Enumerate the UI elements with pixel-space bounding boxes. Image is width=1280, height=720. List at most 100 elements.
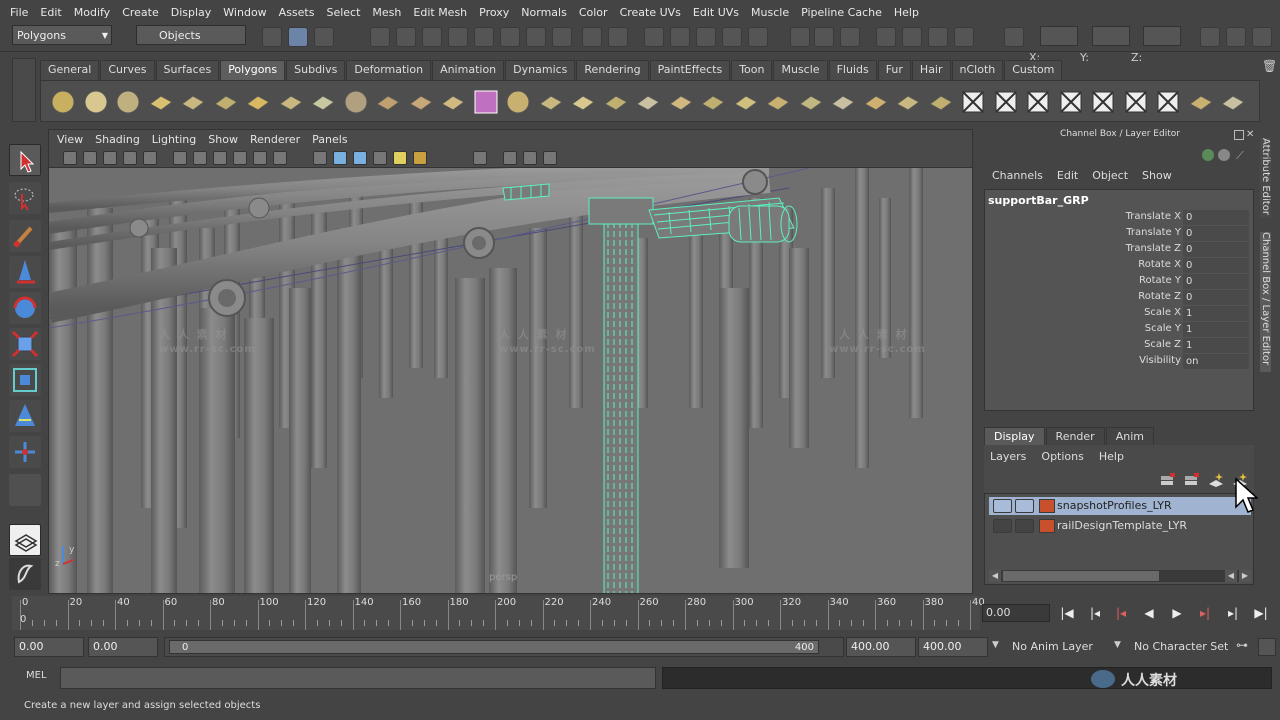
- snap-view-plane-icon[interactable]: [722, 27, 742, 47]
- step-back-frame-icon[interactable]: |◂: [1086, 605, 1104, 621]
- toggle-tool-settings-icon[interactable]: [1226, 27, 1246, 47]
- shelf-uv-editor-icon[interactable]: [1089, 88, 1117, 116]
- wireframe-icon[interactable]: [313, 151, 327, 165]
- viewport-menu-lighting[interactable]: Lighting: [146, 133, 202, 146]
- animation-end-field[interactable]: 400.00: [918, 637, 988, 657]
- select-by-joint-icon[interactable]: [396, 27, 416, 47]
- ipr-render-icon[interactable]: [928, 27, 948, 47]
- rotate-tool-icon[interactable]: [9, 292, 41, 324]
- move-layer-down-icon[interactable]: [1183, 472, 1201, 488]
- menu-edit[interactable]: Edit: [34, 6, 67, 19]
- y-field[interactable]: [1092, 26, 1130, 46]
- range-slider-handle[interactable]: 0 400: [169, 640, 819, 654]
- trash-icon[interactable]: 🗑: [1262, 59, 1277, 75]
- anim-layer-dropdown[interactable]: No Anim Layer: [1004, 638, 1112, 656]
- tab-curves[interactable]: Curves: [100, 60, 155, 80]
- shelf-reduce-icon[interactable]: [862, 88, 890, 116]
- shelf-grid-icon[interactable]: [1187, 88, 1215, 116]
- resolution-gate-icon[interactable]: [213, 151, 227, 165]
- isolate-select-icon[interactable]: [473, 151, 487, 165]
- step-forward-key-icon[interactable]: ▸|: [1196, 605, 1214, 621]
- menu-proxy[interactable]: Proxy: [473, 6, 515, 19]
- tab-painteffects[interactable]: PaintEffects: [649, 60, 731, 80]
- scroll-right-icon[interactable]: ▶: [1239, 570, 1251, 582]
- shadows-icon[interactable]: [413, 151, 427, 165]
- menu-pipeline-cache[interactable]: Pipeline Cache: [795, 6, 888, 19]
- layer-visibility-toggle[interactable]: [993, 499, 1012, 513]
- shelf-cylindrical-map-icon[interactable]: [992, 88, 1020, 116]
- attribute-row[interactable]: Rotate X0: [989, 258, 1249, 274]
- channel-box-mode-icon[interactable]: [1202, 149, 1214, 161]
- shelf-cylinder-icon[interactable]: [114, 88, 142, 116]
- tab-fluids[interactable]: Fluids: [828, 60, 877, 80]
- attribute-row[interactable]: Rotate Y0: [989, 274, 1249, 290]
- play-backwards-icon[interactable]: ◀: [1140, 605, 1158, 621]
- tab-general[interactable]: General: [40, 60, 100, 80]
- shelf-collapse-icon[interactable]: [797, 88, 825, 116]
- edit-mode-icon[interactable]: ⟋: [1236, 149, 1248, 162]
- image-plane-icon[interactable]: [123, 151, 137, 165]
- viewport-menu-view[interactable]: View: [51, 133, 89, 146]
- playback-end-field[interactable]: 400.00: [846, 637, 916, 657]
- menu-select[interactable]: Select: [320, 6, 366, 19]
- chevron-down-icon[interactable]: ▼: [1114, 640, 1121, 650]
- tab-hair[interactable]: Hair: [911, 60, 951, 80]
- camera-select-icon[interactable]: [63, 151, 77, 165]
- layer-display-type-toggle[interactable]: [1015, 519, 1034, 533]
- z-field[interactable]: [1143, 26, 1181, 46]
- attribute-row[interactable]: Translate Z0: [989, 242, 1249, 258]
- bookmark-icon[interactable]: [103, 151, 117, 165]
- layer-menu-options[interactable]: Options: [1041, 450, 1083, 463]
- xray-icon[interactable]: [503, 151, 517, 165]
- range-slider[interactable]: 0 400: [164, 637, 844, 657]
- playback-start-field[interactable]: 0.00: [88, 637, 158, 657]
- menu-modify[interactable]: Modify: [68, 6, 116, 19]
- tab-rendering[interactable]: Rendering: [576, 60, 649, 80]
- tab-toon[interactable]: Toon: [731, 60, 773, 80]
- tab-animation[interactable]: Animation: [432, 60, 505, 80]
- menu-create[interactable]: Create: [116, 6, 165, 19]
- shelf-bevel-icon[interactable]: [732, 88, 760, 116]
- current-time-field[interactable]: 0.00: [982, 604, 1050, 622]
- object-name[interactable]: supportBar_GRP: [988, 194, 1089, 207]
- shelf-smooth-icon[interactable]: [504, 88, 532, 116]
- create-empty-layer-icon[interactable]: [1207, 472, 1225, 488]
- viewport-menu-renderer[interactable]: Renderer: [244, 133, 306, 146]
- attribute-row[interactable]: Scale X1: [989, 306, 1249, 322]
- layer-tab-render[interactable]: Render: [1045, 427, 1105, 445]
- layer-visibility-toggle[interactable]: [993, 519, 1012, 533]
- tab-fur[interactable]: Fur: [877, 60, 911, 80]
- shelf-torus-icon[interactable]: [212, 88, 240, 116]
- shelf-triangulate-icon[interactable]: [894, 88, 922, 116]
- menu-file[interactable]: File: [4, 6, 34, 19]
- last-tool-slot[interactable]: [9, 474, 41, 506]
- scene-canvas[interactable]: y z: [49, 168, 973, 594]
- mel-input[interactable]: [60, 667, 656, 689]
- select-misc-icon[interactable]: [552, 27, 572, 47]
- preferences-icon[interactable]: [1258, 638, 1276, 656]
- scroll-left-icon[interactable]: ◀: [989, 570, 1001, 582]
- select-by-curve-icon[interactable]: [422, 27, 442, 47]
- camera-attributes-icon[interactable]: [83, 151, 97, 165]
- shade-icon[interactable]: [353, 151, 367, 165]
- shelf-sphere-icon[interactable]: [49, 88, 77, 116]
- go-to-start-icon[interactable]: |◀: [1058, 605, 1076, 621]
- select-by-handle-icon[interactable]: [370, 27, 390, 47]
- lights-icon[interactable]: [393, 151, 407, 165]
- layer-row[interactable]: railDesignTemplate_LYR: [989, 517, 1251, 535]
- tab-polygons[interactable]: Polygons: [220, 60, 286, 80]
- attribute-value-field[interactable]: 0: [1183, 290, 1249, 305]
- attribute-value-field[interactable]: 0: [1183, 274, 1249, 289]
- attribute-value-field[interactable]: 0: [1183, 242, 1249, 257]
- select-by-rendering-icon[interactable]: [526, 27, 546, 47]
- menu-edit-mesh[interactable]: Edit Mesh: [407, 6, 473, 19]
- layer-tab-anim[interactable]: Anim: [1105, 427, 1154, 445]
- attribute-value-field[interactable]: 0: [1183, 226, 1249, 241]
- output-ops-icon[interactable]: [814, 27, 834, 47]
- shelf-append-icon[interactable]: [634, 88, 662, 116]
- viewport-menu-panels[interactable]: Panels: [306, 133, 353, 146]
- shelf-helix-icon[interactable]: [309, 88, 337, 116]
- layer-list-scrollbar[interactable]: ◀ ◀ ▶: [989, 570, 1251, 582]
- scroll-left-icon[interactable]: ◀: [1225, 570, 1237, 582]
- menu-normals[interactable]: Normals: [515, 6, 573, 19]
